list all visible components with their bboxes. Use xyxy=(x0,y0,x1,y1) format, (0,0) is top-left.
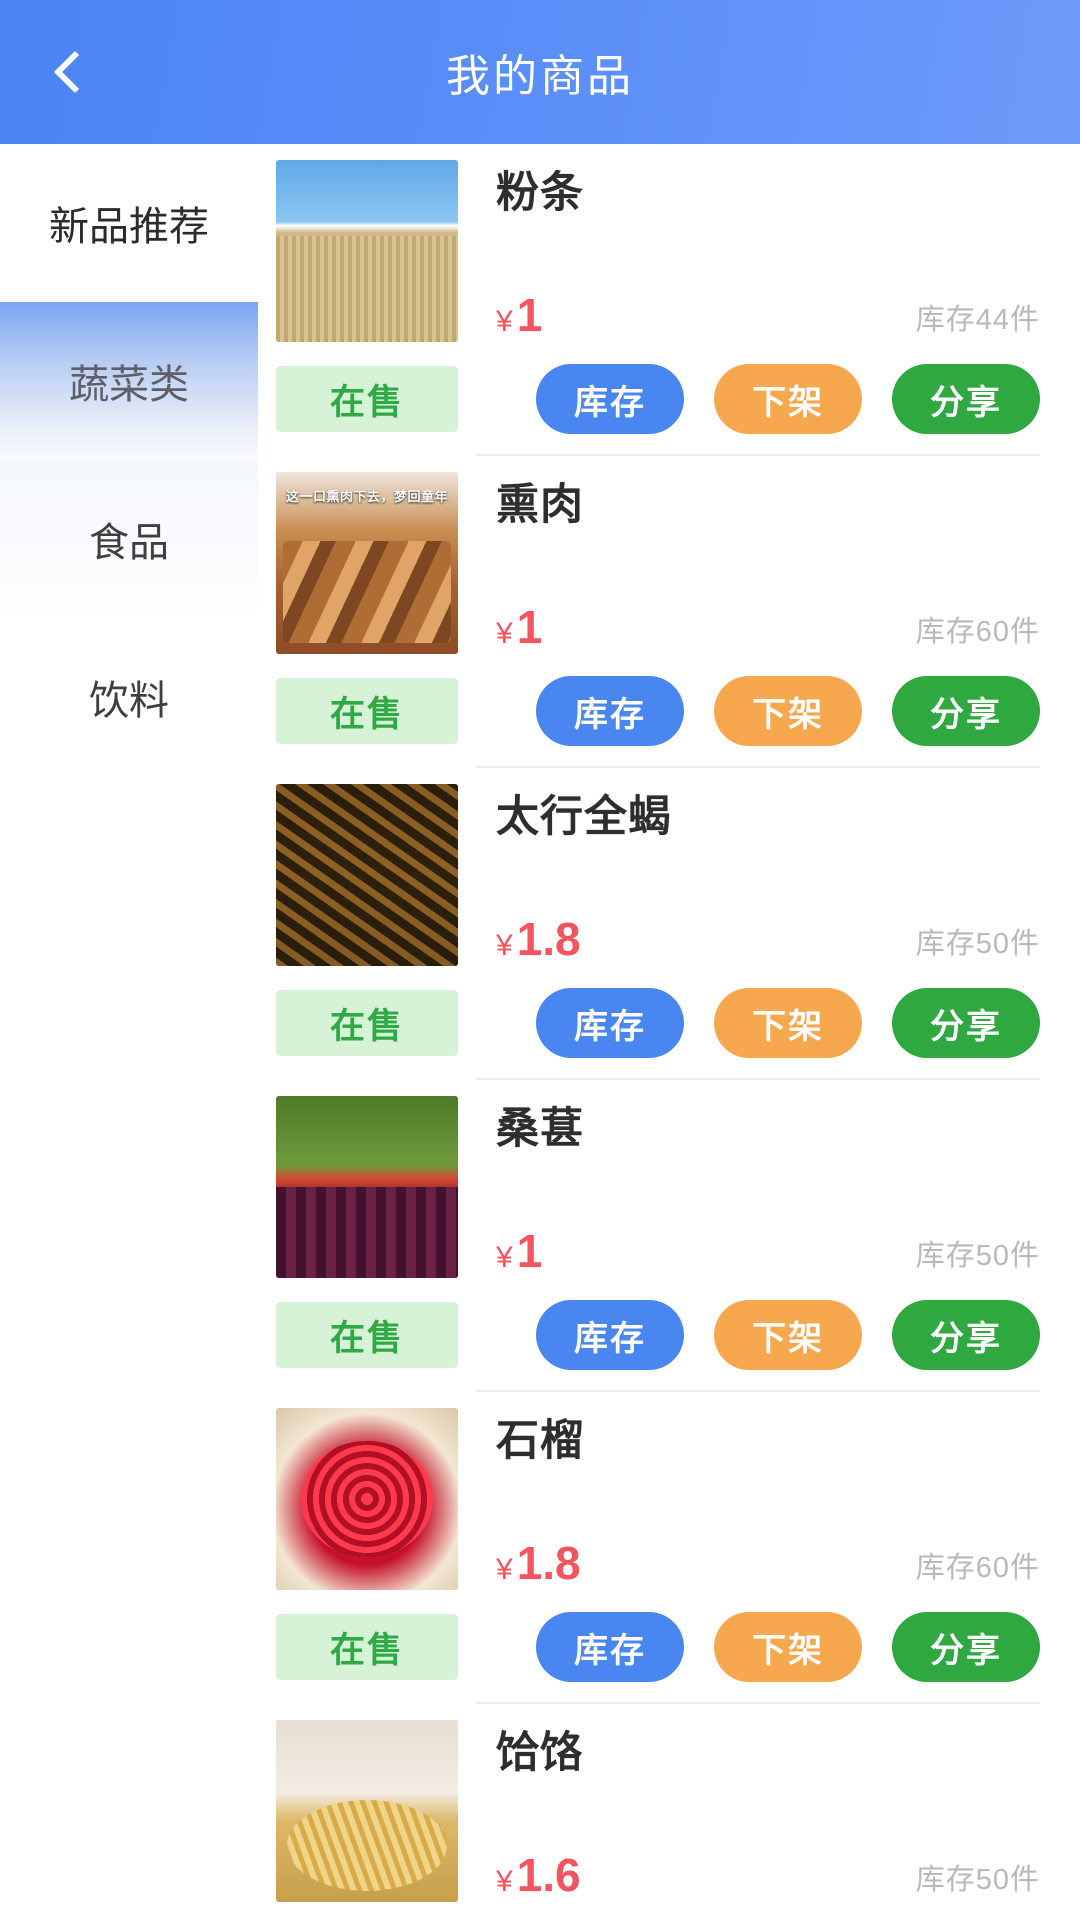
product-list[interactable]: 粉条 ¥ 1 库存44件 在售 库存 下架 分享 这一口熏肉下去，梦回童年 熏肉… xyxy=(258,144,1080,1920)
product-thumbnail[interactable] xyxy=(276,1408,458,1590)
product-image xyxy=(276,784,458,966)
product-thumbnail[interactable] xyxy=(276,1720,458,1902)
share-button[interactable]: 分享 xyxy=(892,1612,1040,1682)
product-item[interactable]: 这一口熏肉下去，梦回童年 熏肉 ¥ 1 库存60件 在售 库存 下架 分享 xyxy=(258,456,1080,768)
app-header: 我的商品 xyxy=(0,0,1080,144)
share-button[interactable]: 分享 xyxy=(892,676,1040,746)
category-sidebar: 新品推荐 蔬菜类 食品 饮料 xyxy=(0,144,258,1920)
content-body: 新品推荐 蔬菜类 食品 饮料 粉条 ¥ 1 库存44件 在售 库存 下架 分享 … xyxy=(0,144,1080,1920)
image-caption: 这一口熏肉下去，梦回童年 xyxy=(285,489,448,504)
offshelf-button[interactable]: 下架 xyxy=(714,1300,862,1370)
offshelf-button[interactable]: 下架 xyxy=(714,676,862,746)
stock-count: 库存50件 xyxy=(915,1240,1040,1272)
product-item[interactable]: 饸饹 ¥ 1.6 库存50件 在售 库存 下架 xyxy=(258,1704,1080,1920)
product-price: ¥ 1 xyxy=(496,604,542,650)
share-button[interactable]: 分享 xyxy=(892,988,1040,1058)
stock-button[interactable]: 库存 xyxy=(536,364,684,434)
stock-count: 库存50件 xyxy=(915,1864,1040,1896)
offshelf-button[interactable]: 下架 xyxy=(714,1612,862,1682)
status-badge: 在售 xyxy=(276,1614,458,1680)
status-badge: 在售 xyxy=(276,1302,458,1368)
sidebar-item-food[interactable]: 食品 xyxy=(0,460,258,618)
sidebar-item-drinks[interactable]: 饮料 xyxy=(0,618,258,776)
product-price: ¥ 1.8 xyxy=(496,1540,581,1586)
stock-button[interactable]: 库存 xyxy=(536,1612,684,1682)
currency-symbol: ¥ xyxy=(496,1865,513,1898)
product-name: 饸饹 xyxy=(496,1729,584,1777)
sidebar-item-vegetables[interactable]: 蔬菜类 xyxy=(0,302,258,460)
currency-symbol: ¥ xyxy=(496,305,513,338)
product-image xyxy=(276,1408,458,1590)
product-price: ¥ 1 xyxy=(496,1228,542,1274)
stock-count: 库存44件 xyxy=(915,304,1040,336)
product-item[interactable]: 桑葚 ¥ 1 库存50件 在售 库存 下架 分享 xyxy=(258,1080,1080,1392)
offshelf-button[interactable]: 下架 xyxy=(714,364,862,434)
stock-button[interactable]: 库存 xyxy=(536,1300,684,1370)
product-item[interactable]: 太行全蝎 ¥ 1.8 库存50件 在售 库存 下架 分享 xyxy=(258,768,1080,1080)
product-item[interactable]: 粉条 ¥ 1 库存44件 在售 库存 下架 分享 xyxy=(258,144,1080,456)
offshelf-button[interactable]: 下架 xyxy=(714,988,862,1058)
sidebar-item-label: 食品 xyxy=(89,521,169,565)
product-image xyxy=(276,1720,458,1902)
price-value: 1.6 xyxy=(516,1849,581,1901)
product-thumbnail[interactable] xyxy=(276,1096,458,1278)
currency-symbol: ¥ xyxy=(496,929,513,962)
product-name: 熏肉 xyxy=(496,481,584,529)
product-thumbnail[interactable]: 这一口熏肉下去，梦回童年 xyxy=(276,472,458,654)
product-item[interactable]: 石榴 ¥ 1.8 库存60件 在售 库存 下架 分享 xyxy=(258,1392,1080,1704)
product-name: 石榴 xyxy=(496,1417,584,1465)
product-price: ¥ 1.8 xyxy=(496,916,581,962)
stock-count: 库存50件 xyxy=(915,928,1040,960)
status-badge: 在售 xyxy=(276,678,458,744)
price-value: 1.8 xyxy=(516,1537,581,1589)
product-thumbnail[interactable] xyxy=(276,784,458,966)
price-value: 1 xyxy=(516,1225,543,1277)
sidebar-item-label: 蔬菜类 xyxy=(69,363,189,407)
sidebar-item-label: 饮料 xyxy=(89,679,169,723)
status-badge: 在售 xyxy=(276,990,458,1056)
stock-button[interactable]: 库存 xyxy=(536,988,684,1058)
product-thumbnail[interactable] xyxy=(276,160,458,342)
chevron-left-icon xyxy=(53,50,97,94)
price-value: 1.8 xyxy=(516,913,581,965)
product-price: ¥ 1.6 xyxy=(496,1852,581,1898)
price-value: 1 xyxy=(516,289,543,341)
currency-symbol: ¥ xyxy=(496,1553,513,1586)
status-badge: 在售 xyxy=(276,366,458,432)
stock-count: 库存60件 xyxy=(915,1552,1040,1584)
product-image xyxy=(276,1096,458,1278)
back-button[interactable] xyxy=(40,37,110,107)
sidebar-item-new[interactable]: 新品推荐 xyxy=(0,144,258,302)
share-button[interactable]: 分享 xyxy=(892,364,1040,434)
currency-symbol: ¥ xyxy=(496,1241,513,1274)
currency-symbol: ¥ xyxy=(496,617,513,650)
share-button[interactable]: 分享 xyxy=(892,1300,1040,1370)
product-price: ¥ 1 xyxy=(496,292,542,338)
product-name: 粉条 xyxy=(496,169,584,217)
sidebar-item-label: 新品推荐 xyxy=(49,205,209,249)
product-name: 桑葚 xyxy=(496,1105,584,1153)
page-title: 我的商品 xyxy=(446,52,634,101)
product-image xyxy=(276,160,458,342)
app-screen: 我的商品 新品推荐 蔬菜类 食品 饮料 粉条 ¥ 1 库存44件 在售 库存 下… xyxy=(0,0,1080,1920)
stock-button[interactable]: 库存 xyxy=(536,676,684,746)
product-name: 太行全蝎 xyxy=(496,793,672,841)
stock-count: 库存60件 xyxy=(915,616,1040,648)
price-value: 1 xyxy=(516,601,543,653)
